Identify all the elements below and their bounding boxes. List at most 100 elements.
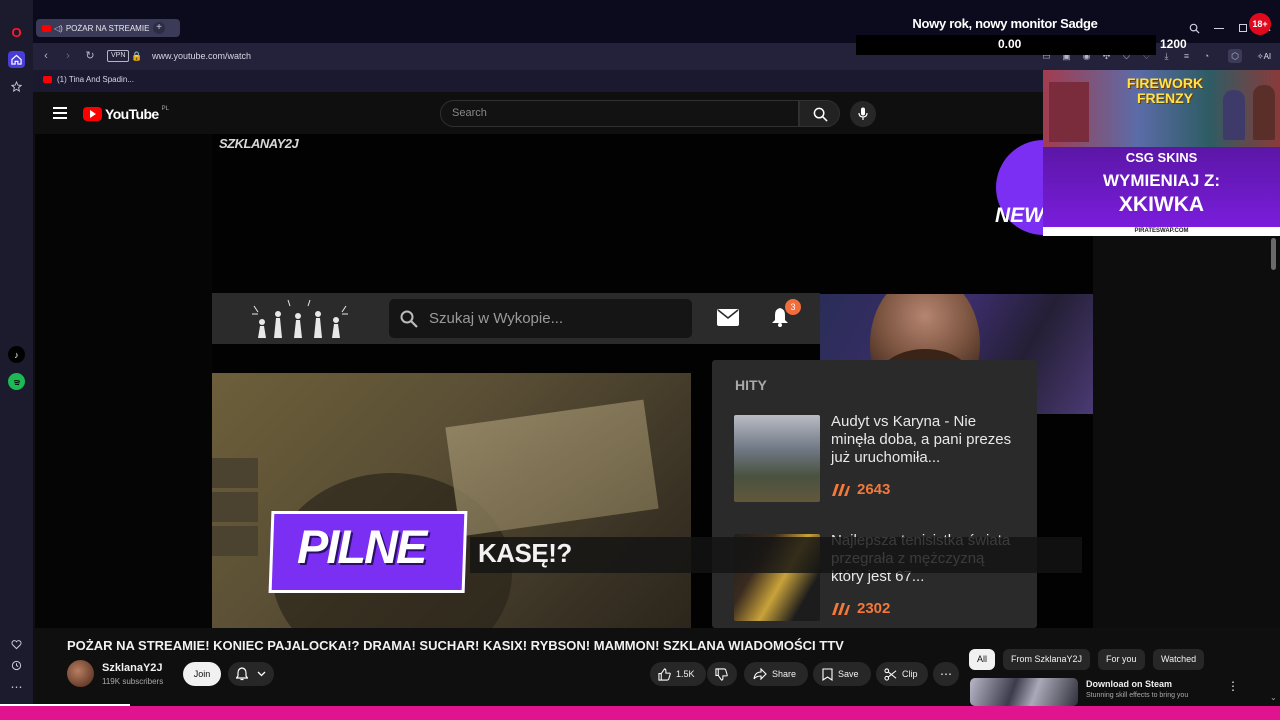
recommendation-menu-icon[interactable]: ⋮ <box>1227 679 1239 693</box>
reload-button[interactable]: ↻ <box>83 49 97 63</box>
scissors-icon <box>884 667 897 681</box>
microphone-icon <box>858 107 868 120</box>
share-button[interactable]: Share <box>744 662 808 686</box>
mail-icon <box>717 309 739 326</box>
vpn-badge[interactable]: VPN <box>107 50 130 62</box>
notification-badge: 3 <box>785 299 801 315</box>
channel-name[interactable]: SzklanaY2J <box>102 662 163 674</box>
hit-flame-icon <box>832 484 850 496</box>
sponsor-ad: FIREWORK FRENZY CSG SKINS WYMIENIAJ Z: X… <box>1043 70 1280 236</box>
stream-bottom-bar <box>0 706 1280 720</box>
bell-icon <box>236 667 248 681</box>
recommendation-title[interactable]: Download on Steam <box>1086 679 1172 689</box>
minimize-button[interactable] <box>1214 28 1224 29</box>
speaker-icon[interactable]: ◁) <box>54 24 63 33</box>
youtube-favicon-icon <box>42 24 51 32</box>
clip-block <box>212 526 258 556</box>
browser-sidebar: O ♪ ⋯ <box>0 0 33 720</box>
region-code: PL <box>161 106 169 112</box>
channel-watermark: SZKLANAY2J <box>219 136 299 151</box>
video-side-margin <box>1093 236 1280 628</box>
pilne-text: PILNE <box>297 520 427 573</box>
hit-score: 2302 <box>857 600 891 617</box>
scrollbar[interactable] <box>1271 238 1276 270</box>
youtube-play-icon <box>83 107 102 121</box>
chip-all[interactable]: All <box>969 649 996 670</box>
chip-from-channel[interactable]: From SzklanaY2J <box>1003 649 1091 670</box>
bookmark-item[interactable]: (1) Tina And Spadin... <box>43 75 134 84</box>
youtube-favicon-icon <box>43 76 52 83</box>
ad-building <box>1049 82 1089 142</box>
subscription-bell-button[interactable] <box>228 662 274 686</box>
maximize-button[interactable] <box>1239 24 1247 32</box>
like-button[interactable]: 1.5K <box>650 662 706 686</box>
more-actions-button[interactable]: ⋯ <box>933 662 959 686</box>
new-tab-button[interactable]: + <box>153 22 165 34</box>
lock-icon[interactable]: 🔒 <box>130 49 144 63</box>
chevron-down-icon <box>257 671 266 677</box>
url-field[interactable]: www.youtube.com/watch <box>152 51 251 61</box>
join-button[interactable]: Join <box>183 662 221 686</box>
hit-flame-icon <box>832 603 850 615</box>
back-button[interactable]: ‹ <box>39 49 53 63</box>
like-count: 1.5K <box>676 669 695 679</box>
menu-icon[interactable] <box>53 107 67 119</box>
heart-icon[interactable] <box>8 636 25 653</box>
ai-button[interactable]: ✧AI <box>1251 51 1277 62</box>
home-icon[interactable] <box>8 51 25 68</box>
chip-for-you[interactable]: For you <box>1098 649 1145 670</box>
ad-line-1: WYMIENIAJ Z: <box>1102 171 1221 190</box>
share-label: Share <box>772 669 797 679</box>
more-icon[interactable]: ⋯ <box>8 678 25 695</box>
donation-goal-target: 1200 <box>1160 37 1187 51</box>
scroll-down-arrow-icon[interactable]: ⌄ <box>1270 693 1277 702</box>
opera-logo-icon[interactable]: O <box>8 24 25 41</box>
search-button[interactable] <box>799 100 840 127</box>
youtube-header: YouTube PL Search <box>35 92 1045 134</box>
dislike-button[interactable] <box>707 662 737 686</box>
profile-icon[interactable]: ◔ <box>1201 51 1212 62</box>
hit-title: Audyt vs Karyna - Nie minęła doba, a pan… <box>831 413 1012 466</box>
ad-character <box>1223 90 1245 140</box>
forward-button[interactable]: › <box>61 49 75 63</box>
hit-score: 2643 <box>857 481 891 498</box>
age-rating-badge: 18+ <box>1249 13 1271 35</box>
spotify-icon[interactable] <box>8 373 25 390</box>
youtube-logo[interactable]: YouTube PL <box>83 106 169 122</box>
channel-avatar[interactable] <box>67 660 94 687</box>
search-tabs-icon[interactable] <box>1189 23 1200 34</box>
bookmarks-star-icon[interactable] <box>8 78 25 95</box>
clip-object <box>445 399 659 537</box>
recommendation-thumbnail[interactable] <box>970 678 1078 706</box>
search-input[interactable]: Search <box>440 100 799 127</box>
video-margin <box>35 134 212 628</box>
subscriber-count: 119K subscribers <box>102 677 164 686</box>
tiktok-icon[interactable]: ♪ <box>8 346 25 363</box>
box-icon[interactable]: ⬡ <box>1228 49 1242 63</box>
clip-button[interactable]: Clip <box>876 662 928 686</box>
hit-thumbnail <box>734 415 820 502</box>
ad-character <box>1253 85 1275 140</box>
save-button[interactable]: Save <box>813 662 871 686</box>
voice-search-button[interactable] <box>850 101 876 127</box>
recommendation-description: Stunning skill effects to bring you <box>1086 692 1189 699</box>
download-icon[interactable]: ⤓ <box>1161 51 1172 62</box>
save-label: Save <box>838 669 859 679</box>
search-icon <box>813 107 828 122</box>
stream-logo-text: NEW <box>995 204 1044 227</box>
wykop-search-input: Szukaj w Wykopie... <box>389 299 692 338</box>
ad-brand: CSG SKINS <box>1125 150 1198 165</box>
more-dots-icon: ⋯ <box>940 667 952 681</box>
share-icon <box>753 668 767 680</box>
wykop-logo <box>252 299 348 338</box>
chip-watched[interactable]: Watched <box>1153 649 1205 670</box>
clip-block <box>212 492 258 522</box>
history-icon[interactable] <box>8 657 25 674</box>
tab-title: POŻAR NA STREAMIE <box>65 23 150 33</box>
video-title: POŻAR NA STREAMIE! KONIEC PAJALOCKA!? DR… <box>67 638 844 653</box>
donation-goal-current: 0.00 <box>998 37 1022 51</box>
thumbs-up-icon <box>658 667 671 681</box>
clip-label: Clip <box>902 669 918 679</box>
menu-lines-icon[interactable]: ≡ <box>1181 51 1192 62</box>
clip-block <box>212 458 258 488</box>
